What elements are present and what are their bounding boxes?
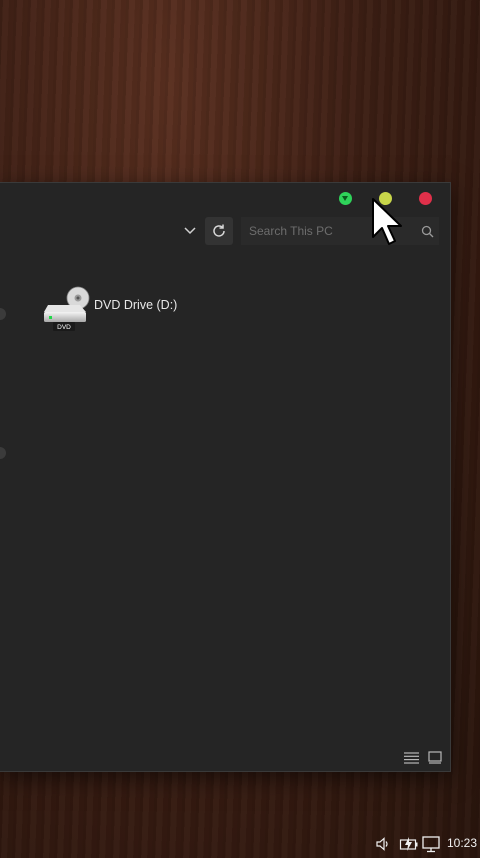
speaker-icon[interactable] (375, 836, 391, 852)
dvd-drive-icon: DVD (44, 286, 90, 331)
drive-item-dvd[interactable]: DVD DVD Drive (D:) (42, 286, 182, 336)
search-icon[interactable] (421, 225, 434, 238)
sidebar-scroll-handle[interactable] (0, 447, 6, 459)
chevron-down-icon[interactable] (339, 192, 352, 205)
refresh-icon (213, 224, 225, 237)
refresh-button[interactable] (205, 217, 233, 245)
display-icon[interactable] (421, 834, 441, 854)
svg-text:DVD: DVD (57, 324, 71, 331)
search-input[interactable] (241, 217, 439, 245)
close-button[interactable] (419, 192, 432, 205)
chevron-down-icon[interactable] (183, 223, 197, 237)
taskbar-clock[interactable]: 10:23 I (447, 836, 480, 850)
drive-item-label: DVD Drive (D:) (94, 298, 178, 312)
tile-view-icon[interactable] (428, 751, 442, 764)
battery-icon[interactable] (399, 836, 419, 852)
list-view-icon[interactable] (404, 752, 419, 764)
mouse-cursor-icon (372, 198, 402, 245)
sidebar-scroll-handle[interactable] (0, 308, 6, 320)
file-explorer-window: DVD DVD Drive (D:) (0, 182, 451, 772)
